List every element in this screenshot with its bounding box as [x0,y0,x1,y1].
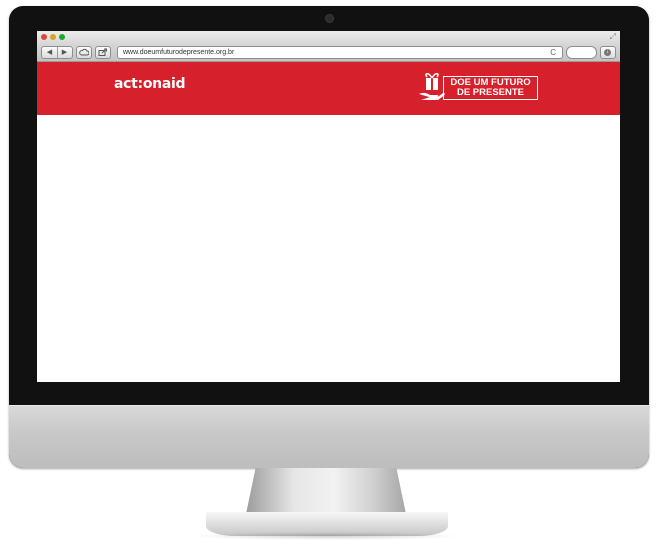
nav-buttons: ◀ ▶ [41,46,73,59]
campaign-title-box: DOE UM FUTURO DE PRESENTE [443,76,538,100]
page-content [37,115,620,382]
stand-shadow [190,532,464,540]
download-icon: ↓ [604,49,611,56]
window-titlebar: ⤢ [37,31,620,44]
actionaid-logo[interactable]: act:onaid [114,76,186,92]
imac-monitor: ⤢ ◀ ▶ www.doeumfuturodepresente.org.br C… [9,6,649,468]
downloads-button[interactable]: ↓ [600,46,616,59]
icloud-tabs-button[interactable] [76,46,92,59]
cloud-icon [79,48,90,56]
monitor-stand-neck [246,468,406,514]
zoom-window-button[interactable] [59,34,65,40]
url-text[interactable]: www.doeumfuturodepresente.org.br [123,47,234,58]
camera-icon [325,14,334,23]
screen: ⤢ ◀ ▶ www.doeumfuturodepresente.org.br C… [37,31,620,382]
back-button[interactable]: ◀ [42,47,58,58]
forward-button[interactable]: ▶ [57,47,72,58]
campaign-badge[interactable]: DOE UM FUTURO DE PRESENTE [417,69,538,105]
minimize-window-button[interactable] [50,34,56,40]
fullscreen-icon[interactable]: ⤢ [610,32,616,42]
site-header: act:onaid DOE UM FUTURO DE PRESENTE [37,62,620,115]
campaign-title-line2: DE PRESENTE [456,87,525,98]
browser-toolbar: ◀ ▶ www.doeumfuturodepresente.org.br C ↓ [37,44,620,62]
search-field[interactable] [566,46,597,59]
share-icon [98,48,107,56]
address-bar[interactable]: www.doeumfuturodepresente.org.br C [117,46,563,59]
reload-icon[interactable]: C [550,47,556,58]
close-window-button[interactable] [41,34,47,40]
monitor-chin [9,405,649,468]
share-button[interactable] [95,46,111,59]
gift-icon [419,73,445,100]
